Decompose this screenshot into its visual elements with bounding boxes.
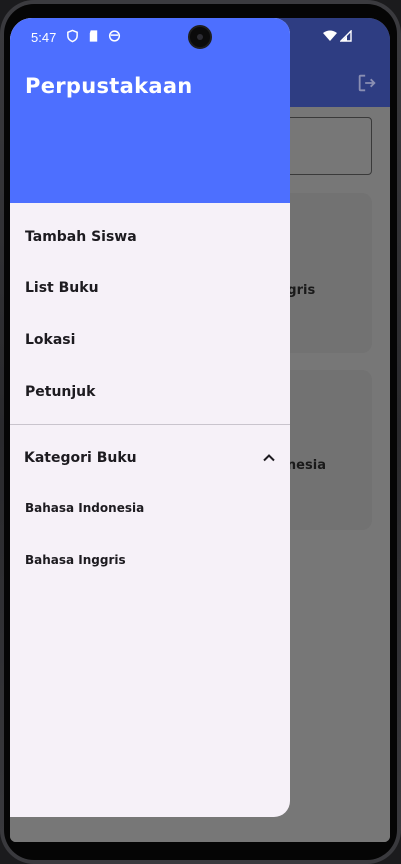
- status-icons-right: [323, 30, 352, 42]
- phone-frame: ri ggris ri onesia Perpustakaan Tambah S…: [0, 0, 401, 864]
- menu-item-lokasi[interactable]: Lokasi: [25, 328, 275, 352]
- screen: ri ggris ri onesia Perpustakaan Tambah S…: [10, 18, 390, 842]
- category-expansion-header[interactable]: Kategori Buku: [24, 446, 276, 470]
- status-icons-left: [66, 28, 121, 43]
- drawer-title: Perpustakaan: [25, 74, 193, 98]
- divider: [10, 424, 290, 425]
- chevron-up-icon: [263, 454, 275, 462]
- drawer-header: Perpustakaan: [10, 18, 290, 203]
- menu-item-list-buku[interactable]: List Buku: [25, 276, 275, 300]
- face-icon: [108, 28, 121, 42]
- category-item-bahasa-inggris[interactable]: Bahasa Inggris: [25, 549, 275, 571]
- wifi-icon: [323, 30, 337, 41]
- navigation-drawer: Perpustakaan Tambah Siswa List Buku Loka…: [10, 18, 290, 817]
- status-time: 5:47: [31, 30, 57, 45]
- logout-icon[interactable]: [356, 72, 378, 94]
- category-title: Kategori Buku: [24, 450, 137, 466]
- shield-icon: [66, 28, 79, 43]
- signal-icon: [340, 30, 352, 42]
- sd-card-icon: [87, 28, 100, 42]
- category-item-bahasa-indonesia[interactable]: Bahasa Indonesia: [25, 497, 275, 519]
- menu-item-petunjuk[interactable]: Petunjuk: [25, 380, 275, 404]
- menu-item-tambah-siswa[interactable]: Tambah Siswa: [25, 225, 275, 249]
- front-camera: [188, 25, 212, 49]
